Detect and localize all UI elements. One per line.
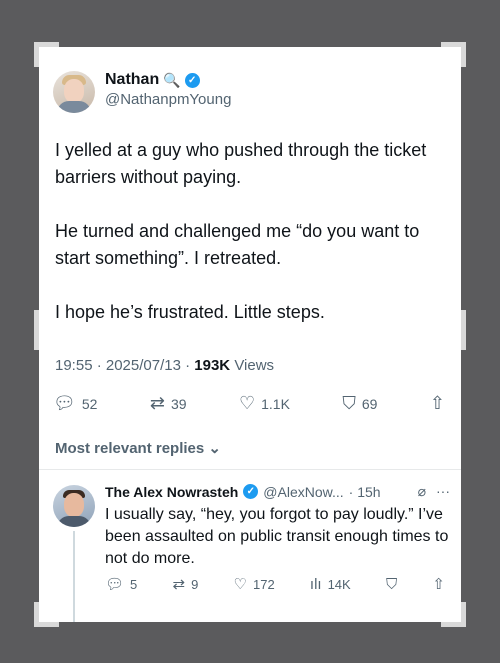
author-name[interactable]: Nathan — [105, 71, 159, 89]
screenshot-frame: Nathan 🔍 ✓ @NathanpmYoung I yelled at a … — [0, 0, 500, 663]
tweet-paragraph: He turned and challenged me “do you want… — [55, 221, 420, 268]
like-icon: ♡ — [233, 576, 247, 593]
reply-header: The Alex Nowrasteh ✓ @AlexNow... · 15h ⌀… — [105, 483, 450, 500]
tweet-card: Nathan 🔍 ✓ @NathanpmYoung I yelled at a … — [39, 47, 461, 622]
reply-author-name[interactable]: The Alex Nowrasteh — [105, 484, 238, 500]
divider — [39, 469, 461, 470]
author-handle[interactable]: @NathanpmYoung — [105, 91, 231, 108]
like-button[interactable]: ♡ 1.1K — [239, 393, 290, 414]
bookmark-count: 69 — [361, 395, 378, 412]
grok-icon[interactable]: ⌀ — [418, 483, 426, 500]
tweet-actions: 💬︎ 52 ⇄ 39 ♡ 1.1K ⛉ 69 ⇧ — [53, 393, 445, 414]
bookmark-icon: ⛉ — [385, 575, 398, 593]
reply-author-avatar[interactable] — [53, 485, 95, 527]
author-block: Nathan 🔍 ✓ @NathanpmYoung — [105, 71, 231, 108]
share-icon: ⇧ — [432, 576, 445, 593]
repost-button[interactable]: ⇄ 39 — [150, 393, 187, 414]
verified-icon: ✓ — [184, 72, 200, 88]
reply-repost-count: 9 — [191, 576, 199, 592]
tweet-meta: 19:55 · 2025/07/13 · 193K Views — [55, 357, 274, 374]
bookmark-button[interactable]: ⛉ 69 — [342, 393, 377, 414]
repost-icon: ⇄ — [149, 393, 165, 413]
reply-repost-button[interactable]: ⇄ 9 — [173, 575, 199, 593]
magnifier-icon: 🔍 — [163, 71, 181, 88]
chevron-down-icon: ⌄ — [208, 440, 221, 457]
reply-time[interactable]: · 15h — [349, 484, 381, 500]
share-icon: ⇧ — [429, 393, 445, 413]
verified-icon: ✓ — [243, 484, 259, 499]
reply-like-button[interactable]: ♡ 172 — [234, 575, 275, 593]
reply-button[interactable]: 💬︎ 52 — [53, 393, 97, 414]
tweet-paragraph: I yelled at a guy who pushed through the… — [55, 140, 427, 187]
repost-count: 39 — [170, 395, 187, 412]
reply-text: I usually say, “hey, you forgot to pay l… — [105, 506, 449, 567]
reply-views-button[interactable]: ılı 14K — [310, 576, 351, 593]
replies-filter-label: Most relevant replies — [55, 440, 205, 457]
reply-views-count: 14K — [327, 576, 351, 592]
reply-icon: 💬︎ — [53, 393, 76, 413]
reply-share-button[interactable]: ⇧ — [432, 575, 445, 593]
tweet-timestamp[interactable]: 19:55 · 2025/07/13 · — [55, 357, 190, 374]
reply-like-count: 172 — [252, 576, 275, 592]
more-icon[interactable]: ··· — [436, 483, 450, 500]
reply-author-handle[interactable]: @AlexNow... — [263, 484, 343, 500]
share-button[interactable]: ⇧ — [430, 393, 445, 414]
replies-filter[interactable]: Most relevant replies ⌄ — [55, 439, 221, 457]
tweet-text: I yelled at a guy who pushed through the… — [55, 137, 450, 353]
like-count: 1.1K — [261, 395, 290, 412]
reply-reply-button[interactable]: 💬︎ 5 — [105, 575, 137, 593]
bookmark-icon: ⛉ — [342, 393, 356, 413]
reply-actions: 💬︎ 5 ⇄ 9 ♡ 172 ılı 14K ⛉ ⇧ — [105, 575, 445, 594]
reply-count: 52 — [81, 395, 98, 412]
views-label: Views — [234, 357, 275, 374]
reply-bookmark-button[interactable]: ⛉ — [386, 576, 397, 593]
author-name-row[interactable]: Nathan 🔍 ✓ — [105, 71, 231, 89]
crop-handle-right[interactable] — [461, 310, 466, 350]
repost-icon: ⇄ — [172, 576, 186, 593]
thread-line — [73, 531, 75, 622]
reply-reply-count: 5 — [130, 576, 138, 592]
views-count: 193K — [194, 357, 231, 374]
reply-icon: 💬︎ — [105, 576, 125, 593]
tweet-paragraph: I hope he’s frustrated. Little steps. — [55, 302, 325, 322]
views-icon: ılı — [309, 575, 322, 593]
author-avatar[interactable] — [53, 71, 95, 113]
like-icon: ♡ — [238, 393, 256, 413]
